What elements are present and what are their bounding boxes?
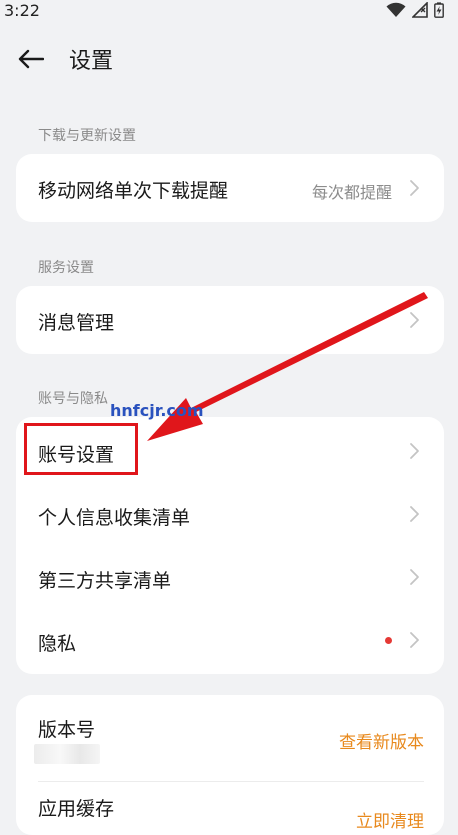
red-arrow-annotation <box>147 292 428 441</box>
watermark: hnfcjr.com <box>110 401 204 420</box>
